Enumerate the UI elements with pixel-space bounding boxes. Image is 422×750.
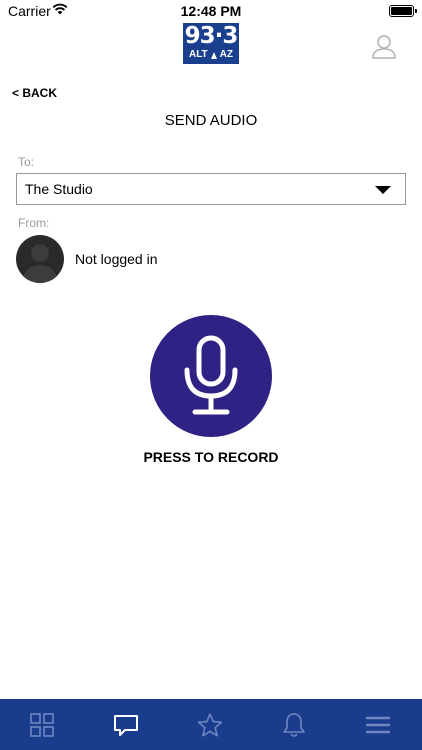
tab-grid[interactable] bbox=[0, 699, 84, 750]
record-button[interactable] bbox=[150, 315, 272, 437]
from-label: From: bbox=[18, 216, 50, 230]
tab-notifications[interactable] bbox=[252, 699, 336, 750]
recipient-value: The Studio bbox=[25, 181, 93, 197]
chat-icon bbox=[114, 714, 138, 736]
grid-icon bbox=[30, 712, 54, 737]
logo-right-text: AZ bbox=[219, 49, 234, 60]
page-title: SEND AUDIO bbox=[164, 112, 258, 129]
avatar bbox=[16, 235, 64, 283]
sender-name: Not logged in bbox=[75, 251, 158, 267]
tab-bar bbox=[0, 699, 422, 750]
to-label: To: bbox=[18, 155, 35, 169]
clock: 12:48 PM bbox=[180, 3, 242, 19]
arrow-up-icon bbox=[210, 51, 217, 59]
star-icon bbox=[197, 712, 223, 736]
bell-icon bbox=[283, 712, 305, 737]
tab-menu[interactable] bbox=[336, 699, 420, 750]
logo-number: 93·3 bbox=[184, 23, 239, 49]
record-label: PRESS TO RECORD bbox=[143, 449, 279, 465]
battery-icon bbox=[389, 5, 417, 17]
chevron-down-icon bbox=[375, 186, 391, 194]
microphone-icon bbox=[184, 335, 238, 415]
menu-icon bbox=[366, 716, 390, 733]
user-silhouette-icon bbox=[22, 244, 58, 283]
status-bar: Carrier 12:48 PM bbox=[0, 0, 422, 22]
tab-chat[interactable] bbox=[84, 699, 168, 750]
tab-favorites[interactable] bbox=[168, 699, 252, 750]
profile-icon[interactable] bbox=[370, 33, 398, 61]
logo-left-text: ALT bbox=[188, 49, 208, 60]
recipient-select[interactable]: The Studio bbox=[16, 173, 406, 205]
back-button[interactable]: < BACK bbox=[12, 86, 57, 100]
logo-subtitle: ALT AZ bbox=[183, 49, 239, 61]
station-logo: 93·3 ALT AZ bbox=[183, 23, 239, 64]
